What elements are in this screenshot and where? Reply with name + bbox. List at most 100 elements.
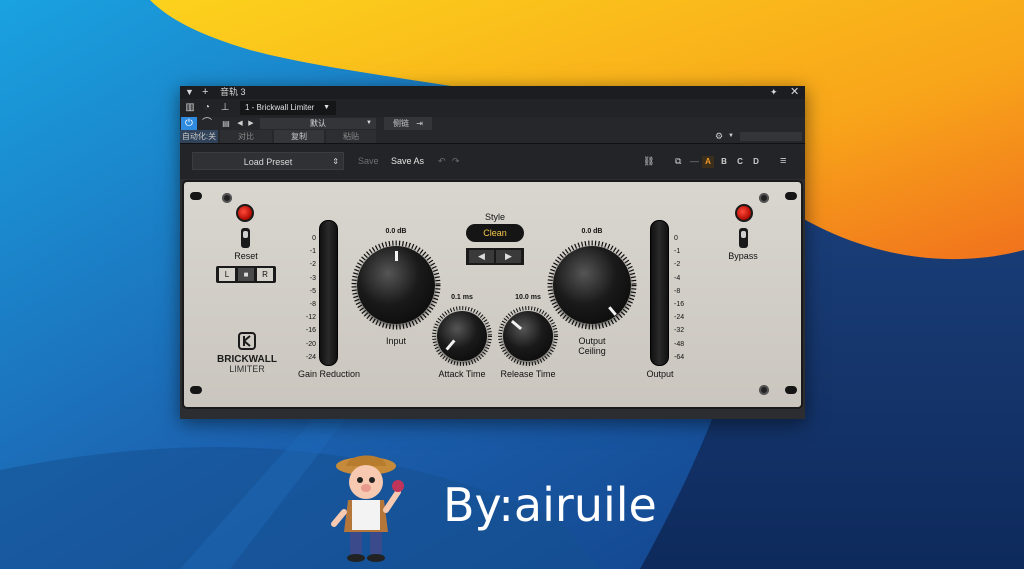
undo-icon[interactable]: ↶ — [438, 154, 446, 168]
load-preset-label: Load Preset — [243, 157, 293, 167]
attack-time-knob[interactable] — [437, 311, 487, 361]
menu-dropdown-icon[interactable]: ▼ — [185, 86, 194, 99]
chevron-down-icon: ▼ — [366, 120, 372, 126]
output-ceiling-label: Output Ceiling — [572, 336, 612, 356]
link-icon[interactable]: ⛓ — [643, 154, 654, 168]
plugin-header: Load Preset ⇕ Save Save As ↶ ↷ ⛓ ⧉ — A B… — [180, 143, 805, 179]
slot-a-button[interactable]: A — [702, 156, 714, 168]
bypass-label: Bypass — [728, 251, 758, 261]
screw — [222, 193, 232, 203]
automation-button[interactable]: 自动化:关 — [180, 130, 218, 143]
save-button[interactable]: Save — [358, 154, 379, 168]
chevron-down-icon: ▼ — [323, 104, 330, 111]
brickwall-logo-icon — [238, 332, 256, 350]
document-icon[interactable]: ▤ — [220, 117, 232, 130]
chevron-down-icon[interactable]: ▼ — [726, 130, 736, 143]
knob-pointer — [608, 306, 617, 316]
track-name: 音轨 3 — [220, 87, 246, 97]
bypass-toggle[interactable] — [739, 228, 748, 248]
sidechain-icon: ⇥ — [416, 119, 423, 128]
scale-tick-label: -4 — [674, 274, 681, 282]
routing-icon[interactable]: ◔ — [200, 101, 214, 115]
rack-slot — [785, 192, 797, 200]
next-preset-icon[interactable]: ▶ — [246, 117, 256, 130]
add-icon[interactable]: + — [202, 86, 208, 99]
preset-toolbar: ⏻ ⌒ ▤ ◀ ▶ 默认 ▼ 侧链 ⇥ — [180, 117, 805, 130]
output-meter — [650, 220, 669, 366]
compare-button[interactable]: 对比 — [220, 130, 272, 143]
scale-tick-label: 0 — [674, 235, 678, 242]
preset-default-field[interactable]: 默认 ▼ — [260, 118, 376, 129]
slot-b-button[interactable]: B — [718, 156, 730, 168]
scale-tick-label: -2 — [674, 261, 681, 269]
output-ceiling-label-line1: Output — [578, 336, 606, 346]
brand-logo: BRICKWALL LIMITER — [212, 332, 282, 374]
scale-tick-label: -3 — [309, 274, 316, 282]
style-arrows: ◀ ▶ — [466, 248, 524, 265]
release-value: 10.0 ms — [515, 294, 541, 301]
input-label: Input — [385, 336, 407, 346]
sidechain-button[interactable]: 侧链 ⇥ — [384, 117, 432, 130]
slot-d-button[interactable]: D — [750, 156, 762, 168]
clip-lamp — [236, 204, 254, 222]
channel-link-button[interactable]: ■ — [238, 268, 254, 281]
style-prev-button[interactable]: ◀ — [469, 250, 494, 263]
headphones-icon[interactable]: ⌒ — [199, 117, 215, 130]
logo-subtitle: LIMITER — [229, 364, 265, 374]
style-value-display[interactable]: Clean — [466, 224, 524, 242]
gain-reduction-label: Gain Reduction — [297, 369, 361, 379]
menu-icon[interactable]: ≡ — [780, 154, 786, 168]
output-label: Output — [646, 369, 674, 379]
input-knob[interactable] — [357, 246, 435, 324]
scale-tick-label: -24 — [305, 353, 316, 361]
save-as-button[interactable]: Save As — [391, 154, 424, 168]
scale-tick-label: -24 — [674, 314, 685, 322]
attack-value: 0.1 ms — [451, 294, 473, 301]
reset-label: Reset — [234, 251, 258, 261]
release-time-knob[interactable] — [503, 311, 553, 361]
network-icon[interactable]: ⊥ — [218, 101, 232, 115]
scale-tick-label: -5 — [309, 287, 316, 295]
output-ceiling-knob[interactable] — [553, 246, 631, 324]
rack-icon[interactable]: ▥ — [183, 101, 197, 115]
prev-preset-icon[interactable]: ◀ — [235, 117, 245, 130]
paste-button[interactable]: 粘贴 — [326, 130, 376, 143]
input-value: 0.0 dB — [385, 228, 407, 235]
channel-select-group: L ■ R — [216, 266, 276, 283]
channel-right-button[interactable]: R — [257, 268, 273, 281]
rack-slot — [190, 192, 202, 200]
copy-button[interactable]: 复制 — [274, 130, 324, 143]
scale-tick-label: -2 — [309, 261, 316, 269]
output-ceiling-value: 0.0 dB — [581, 228, 603, 235]
style-next-button[interactable]: ▶ — [496, 250, 521, 263]
redo-icon[interactable]: ↷ — [452, 154, 460, 168]
copy-icon[interactable]: ⧉ — [675, 154, 681, 168]
release-time-label: Release Time — [500, 369, 556, 379]
reset-toggle[interactable] — [241, 228, 250, 248]
attack-time-label: Attack Time — [438, 369, 486, 379]
bypass-lamp — [735, 204, 753, 222]
slot-c-button[interactable]: C — [734, 156, 746, 168]
sidechain-label: 侧链 — [393, 119, 410, 128]
credit-text: By:airuile — [443, 478, 657, 532]
mascot-image — [331, 455, 404, 562]
screw — [759, 193, 769, 203]
gear-icon[interactable]: ⚙ — [713, 130, 725, 143]
load-preset-dropdown[interactable]: Load Preset ⇕ — [192, 152, 344, 170]
power-icon[interactable]: ⏻ — [181, 117, 197, 130]
knob-pointer — [445, 339, 456, 351]
close-icon[interactable]: ✕ — [790, 86, 799, 99]
rack-slot — [190, 386, 202, 394]
scale-tick-label: -12 — [305, 314, 316, 322]
scale-tick-label: -1 — [309, 248, 316, 256]
scale-tick-label: -8 — [309, 301, 316, 308]
channel-left-button[interactable]: L — [219, 268, 235, 281]
scale-tick-label: -8 — [674, 287, 681, 295]
pin-icon[interactable]: ✦ — [770, 86, 778, 99]
plugin-select[interactable]: 1 - Brickwall Limiter ▼ — [240, 101, 336, 115]
scale-tick-label: -20 — [305, 340, 316, 348]
limiter-faceplate: Reset L ■ R BRICKWALL LIMITER 0 -1 -2 -3 -5 -… — [182, 180, 803, 409]
scale-tick-label: 0 — [312, 235, 316, 242]
title-bar: ▼ + 音轨 3 ✦ ✕ — [180, 86, 805, 99]
settings-field[interactable] — [740, 132, 802, 141]
